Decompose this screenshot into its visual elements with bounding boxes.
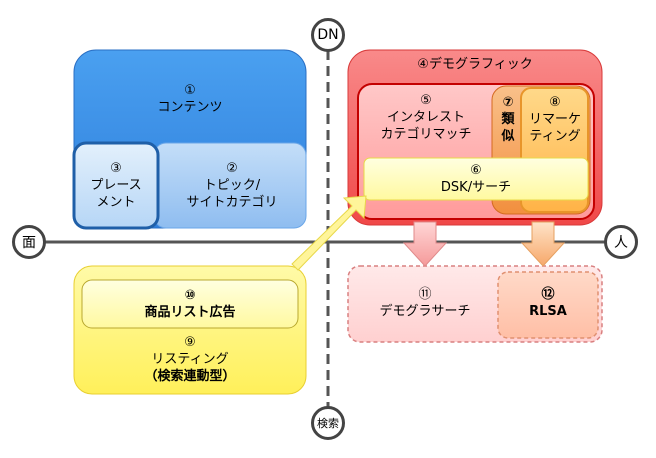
similar-label: ⑦ 類 似 (494, 94, 522, 145)
interest-label: ⑤ インタレスト カテゴリマッチ (360, 92, 492, 143)
topic-label: ② トピック/ サイトカテゴリ (158, 160, 306, 211)
shopping-num: ⑩ (184, 288, 196, 303)
rlsa-num: ⑫ (541, 287, 555, 302)
listing-num: ⑨ (184, 335, 196, 350)
down-arrow-orange (520, 221, 566, 267)
similar-num: ⑦ (502, 95, 514, 110)
demo-search-num: ⑪ (418, 287, 432, 302)
contents-text: コンテンツ (157, 100, 223, 115)
remarketing-label: ⑧ リマーケ ティング (522, 94, 588, 145)
placement-line2: メント (96, 195, 136, 210)
shopping-text: 商品リスト広告 (144, 305, 236, 320)
demo-search-label: ⑪ デモグラサーチ (352, 286, 498, 320)
contents-label: ① コンテンツ (74, 82, 306, 116)
rlsa-text: RLSA (529, 304, 567, 319)
remarketing-num: ⑧ (549, 95, 561, 110)
remarketing-line2: ティング (529, 129, 581, 144)
placement-label: ③ プレース メント (74, 160, 158, 211)
dsk-label: ⑥ DSK/サーチ (364, 162, 588, 196)
dsk-text: DSK/サーチ (440, 180, 512, 195)
placement-line1: プレース (90, 178, 142, 193)
demographic-text: デモグラフィック (428, 57, 533, 72)
shopping-label: ⑩ 商品リスト広告 (82, 287, 298, 321)
listing-line2: （検索連動型） (144, 369, 236, 384)
listing-label: ⑨ リスティング （検索連動型） (74, 334, 306, 385)
contents-num: ① (184, 83, 196, 98)
topic-line1: トピック/ (203, 178, 261, 193)
demographic-label: ④デモグラフィック (348, 56, 602, 73)
axis-label-bottom: 検索 (311, 406, 345, 440)
axis-label-left: 面 (12, 225, 46, 259)
placement-num: ③ (110, 161, 122, 176)
down-arrow-pink (402, 221, 448, 267)
similar-line2: 似 (501, 129, 515, 144)
interest-num: ⑤ (420, 93, 432, 108)
similar-line1: 類 (501, 112, 515, 127)
demo-search-text: デモグラサーチ (379, 304, 471, 319)
dsk-num: ⑥ (470, 163, 482, 178)
axis-label-right: 人 (604, 225, 638, 259)
interest-line2: カテゴリマッチ (380, 127, 472, 142)
axis-label-top: DN (311, 18, 345, 52)
rlsa-label: ⑫ RLSA (498, 286, 598, 320)
topic-num: ② (226, 161, 238, 176)
demographic-num: ④ (417, 57, 429, 72)
listing-line1: リスティング (151, 352, 229, 367)
remarketing-line1: リマーケ (528, 112, 581, 127)
interest-line1: インタレスト (386, 110, 465, 125)
topic-line2: サイトカテゴリ (186, 195, 278, 210)
